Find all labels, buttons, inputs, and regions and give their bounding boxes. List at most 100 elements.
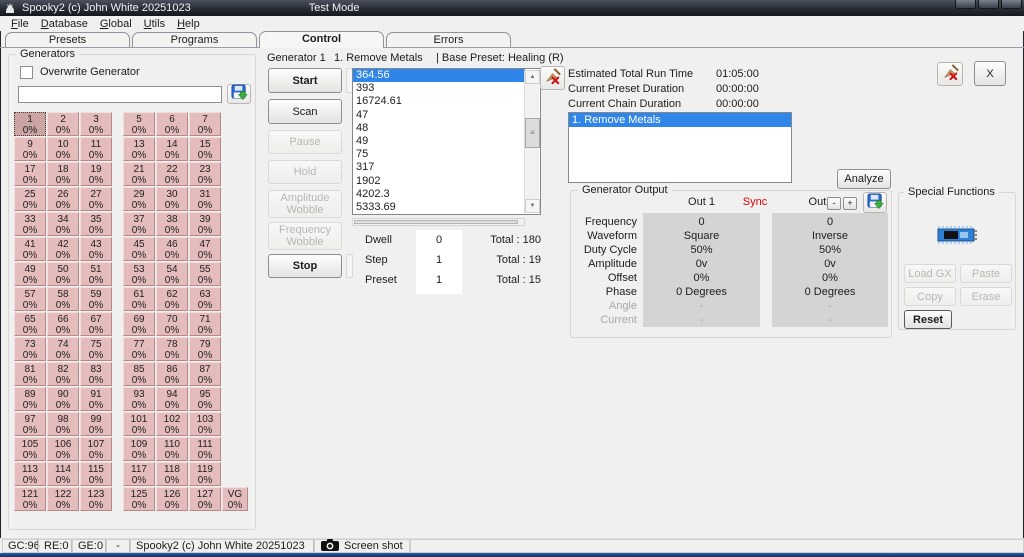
frequency-item[interactable]: 317 <box>353 161 525 174</box>
generator-cell-98[interactable]: 98 0% <box>47 412 79 436</box>
generator-cell-99[interactable]: 99 0% <box>80 412 112 436</box>
frequency-item[interactable]: 47 <box>353 109 525 122</box>
maximize-button[interactable] <box>978 0 999 9</box>
frequency-scrollbar[interactable]: ▲ ≡ ▼ <box>524 70 540 213</box>
clean-button[interactable] <box>937 62 963 86</box>
erase-button[interactable]: Erase <box>960 287 1012 306</box>
tab-presets[interactable]: Presets <box>5 32 130 47</box>
generator-cell-41[interactable]: 41 0% <box>14 237 46 261</box>
generator-cell-90[interactable]: 90 0% <box>47 387 79 411</box>
generator-cell-82[interactable]: 82 0% <box>47 362 79 386</box>
generator-cell-79[interactable]: 79 0% <box>189 337 221 361</box>
scrollbar-thumb[interactable]: ≡ <box>525 118 540 148</box>
close-window-button[interactable] <box>1001 0 1022 9</box>
frequency-item[interactable]: 1902 <box>353 175 525 188</box>
generator-cell-101[interactable]: 101 0% <box>123 412 155 436</box>
frequency-item[interactable]: 364.56 <box>353 69 525 83</box>
frequency-item[interactable]: 49 <box>353 135 525 148</box>
generator-cell-87[interactable]: 87 0% <box>189 362 221 386</box>
generator-cell-94[interactable]: 94 0% <box>156 387 188 411</box>
output-plus-button[interactable]: + <box>843 197 857 210</box>
generator-cell-122[interactable]: 122 0% <box>47 487 79 511</box>
generator-cell-123[interactable]: 123 0% <box>80 487 112 511</box>
minimize-button[interactable] <box>955 0 976 9</box>
generator-cell-13[interactable]: 13 0% <box>123 137 155 161</box>
generator-cell-35[interactable]: 35 0% <box>80 212 112 236</box>
save-generator-button[interactable] <box>227 84 251 104</box>
generator-cell-65[interactable]: 65 0% <box>14 312 46 336</box>
frequency-item[interactable]: 75 <box>353 148 525 161</box>
generator-cell-118[interactable]: 118 0% <box>156 462 188 486</box>
generator-cell-7[interactable]: 7 0% <box>189 112 221 136</box>
generator-cell-57[interactable]: 57 0% <box>14 287 46 311</box>
generator-cell-58[interactable]: 58 0% <box>47 287 79 311</box>
generator-cell-21[interactable]: 21 0% <box>123 162 155 186</box>
generator-cell-105[interactable]: 105 0% <box>14 437 46 461</box>
generator-cell-15[interactable]: 15 0% <box>189 137 221 161</box>
generator-cell-86[interactable]: 86 0% <box>156 362 188 386</box>
generator-cell-37[interactable]: 37 0% <box>123 212 155 236</box>
frequency-item[interactable]: 4202.3 <box>353 188 525 201</box>
generator-cell-29[interactable]: 29 0% <box>123 187 155 211</box>
generator-cell-93[interactable]: 93 0% <box>123 387 155 411</box>
generator-cell-71[interactable]: 71 0% <box>189 312 221 336</box>
generator-cell-3[interactable]: 3 0% <box>80 112 112 136</box>
menu-item-help[interactable]: Help <box>171 18 206 30</box>
generator-cell-19[interactable]: 19 0% <box>80 162 112 186</box>
generator-cell-59[interactable]: 59 0% <box>80 287 112 311</box>
generator-cell-70[interactable]: 70 0% <box>156 312 188 336</box>
generator-cell-43[interactable]: 43 0% <box>80 237 112 261</box>
tab-programs[interactable]: Programs <box>132 32 257 47</box>
generator-cell-39[interactable]: 39 0% <box>189 212 221 236</box>
analyze-button[interactable]: Analyze <box>837 169 891 189</box>
menu-item-file[interactable]: File <box>5 18 35 30</box>
generator-cell-49[interactable]: 49 0% <box>14 262 46 286</box>
clear-frequencies-button[interactable] <box>540 66 565 90</box>
pause-button[interactable]: Pause <box>268 130 342 154</box>
generator-cell-22[interactable]: 22 0% <box>156 162 188 186</box>
amplitude-wobble-button[interactable]: Amplitude Wobble <box>268 190 342 218</box>
frequency-item[interactable]: 48 <box>353 122 525 135</box>
generator-cell-97[interactable]: 97 0% <box>14 412 46 436</box>
generator-cell-103[interactable]: 103 0% <box>189 412 221 436</box>
generator-cell-9[interactable]: 9 0% <box>14 137 46 161</box>
tab-control[interactable]: Control <box>259 31 384 48</box>
generator-cell-102[interactable]: 102 0% <box>156 412 188 436</box>
generator-cell-89[interactable]: 89 0% <box>14 387 46 411</box>
copy-button[interactable]: Copy <box>904 287 956 306</box>
generator-cell-63[interactable]: 63 0% <box>189 287 221 311</box>
generator-cell-127[interactable]: 127 0% <box>189 487 221 511</box>
generator-cell-33[interactable]: 33 0% <box>14 212 46 236</box>
chain-listbox[interactable]: 1. Remove Metals <box>568 112 792 183</box>
generator-cell-113[interactable]: 113 0% <box>14 462 46 486</box>
generator-cell-85[interactable]: 85 0% <box>123 362 155 386</box>
generator-cell-75[interactable]: 75 0% <box>80 337 112 361</box>
generator-cell-11[interactable]: 11 0% <box>80 137 112 161</box>
generator-cell-115[interactable]: 115 0% <box>80 462 112 486</box>
generator-cell-125[interactable]: 125 0% <box>123 487 155 511</box>
load-gx-button[interactable]: Load GX <box>904 264 956 283</box>
generator-cell-62[interactable]: 62 0% <box>156 287 188 311</box>
start-button[interactable]: Start <box>268 68 342 93</box>
generator-cell-1[interactable]: 1 0% <box>14 112 46 136</box>
frequency-listbox[interactable]: 364.56 393 16724.61 47 48 49 75 317 1902 4202.3 53… <box>352 68 541 215</box>
generator-cell-26[interactable]: 26 0% <box>47 187 79 211</box>
hold-button[interactable]: Hold <box>268 160 342 184</box>
generator-cell-14[interactable]: 14 0% <box>156 137 188 161</box>
generator-cell-74[interactable]: 74 0% <box>47 337 79 361</box>
generator-cell-67[interactable]: 67 0% <box>80 312 112 336</box>
generator-cell-53[interactable]: 53 0% <box>123 262 155 286</box>
generator-cell-2[interactable]: 2 0% <box>47 112 79 136</box>
generator-cell-25[interactable]: 25 0% <box>14 187 46 211</box>
generator-name-input[interactable] <box>18 86 222 103</box>
generator-cell-31[interactable]: 31 0% <box>189 187 221 211</box>
menu-item-global[interactable]: Global <box>94 18 138 30</box>
scroll-up-icon[interactable]: ▲ <box>525 70 540 84</box>
stop-button[interactable]: Stop <box>268 254 342 278</box>
generator-cell-47[interactable]: 47 0% <box>189 237 221 261</box>
close-panel-button[interactable]: X <box>974 61 1006 86</box>
generator-cell-81[interactable]: 81 0% <box>14 362 46 386</box>
output-minus-button[interactable]: - <box>827 197 841 210</box>
generator-cell-95[interactable]: 95 0% <box>189 387 221 411</box>
paste-button[interactable]: Paste <box>960 264 1012 283</box>
